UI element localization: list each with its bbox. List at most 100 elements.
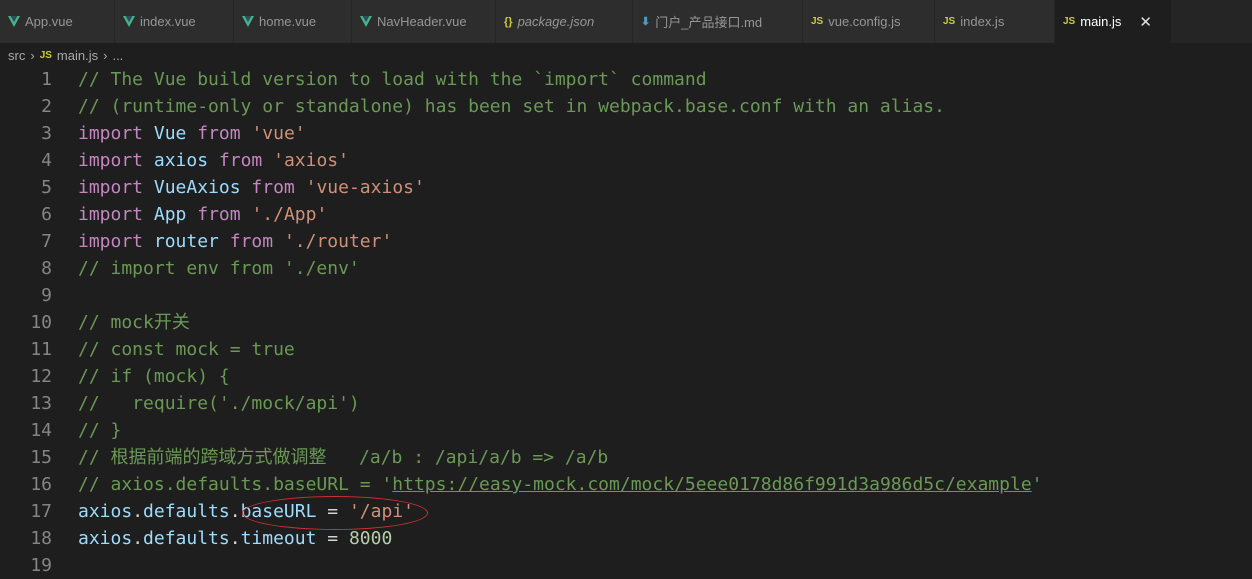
code-text: // (runtime-only or standalone) has been… [78,93,945,120]
code-token: // import env from './env' [78,258,360,279]
tab-main-js[interactable]: JS main.js ✕ [1055,0,1172,43]
tab-app-vue[interactable]: App.vue [0,0,115,43]
code-token: axios [153,150,209,171]
annotation-ellipse [242,496,428,530]
code-token: // require('./mock/api') [78,393,360,414]
tab-label: home.vue [259,14,317,29]
markdown-icon: ⬇ [641,16,651,28]
code-token: // const mock = true [78,339,295,360]
js-icon: JS [1063,16,1076,27]
chevron-right-icon: › [103,47,108,63]
tab-navheader-vue[interactable]: NavHeader.vue [352,0,496,43]
code-line: 11 // const mock = true [0,336,1252,363]
code-token: . [132,528,144,549]
tab-package-json[interactable]: {} package.json [496,0,633,43]
tab-label: index.vue [140,14,196,29]
tab-label: package.json [517,14,595,29]
code-editor[interactable]: 1 // The Vue build version to load with t… [0,66,1252,576]
breadcrumb: src › JS main.js › ... [0,43,1252,67]
code-token: defaults [143,501,230,522]
tab-门户-产品接口-md[interactable]: ⬇ 门户_产品接口.md [633,0,803,43]
code-token: 'axios' [273,150,349,171]
line-number: 8 [41,258,52,279]
code-token: . [229,501,241,522]
code-line: 7 import router from './router' [0,228,1252,255]
code-token: from [218,150,263,171]
code-token: import [78,177,144,198]
tab-index-vue[interactable]: index.vue [115,0,234,43]
line-number: 19 [30,555,52,576]
code-text: // 根据前端的跨域方式做调整 /a/b : /api/a/b => /a/b [78,444,608,471]
close-icon[interactable]: ✕ [1139,13,1152,31]
code-token: ' [1031,474,1043,495]
code-line: 9 [0,282,1252,309]
tab-label: 门户_产品接口.md [655,15,763,30]
tab-label: vue.config.js [828,14,901,29]
line-number: 16 [30,474,52,495]
tab-label: index.js [960,14,1005,29]
js-icon: JS [811,16,824,27]
line-number: 14 [30,420,52,441]
code-text: // } [78,417,121,444]
code-text: // import env from './env' [78,255,360,282]
code-token: . [132,501,144,522]
tab-vue-config-js[interactable]: JS vue.config.js [803,0,935,43]
breadcrumb-file[interactable]: main.js [57,48,98,63]
breadcrumb-folder[interactable]: src [8,48,25,63]
line-number: 4 [41,150,52,171]
line-number: 18 [30,528,52,549]
code-token: // The Vue build version to load with th… [78,69,707,90]
code-line: 15 // 根据前端的跨域方式做调整 /a/b : /api/a/b => /a/… [0,444,1252,471]
code-line: 3 import Vue from 'vue' [0,120,1252,147]
code-line: 12 // if (mock) { [0,363,1252,390]
code-token: import [78,231,144,252]
code-token: App [153,204,187,225]
line-number: 15 [30,447,52,468]
code-text: import Vue from 'vue' [78,120,306,147]
code-token: VueAxios [153,177,241,198]
code-line: 2 // (runtime-only or standalone) has bee… [0,93,1252,120]
json-icon: {} [504,15,513,28]
code-token: = [316,528,349,549]
code-line: 14 // } [0,417,1252,444]
tab-index-js[interactable]: JS index.js [935,0,1055,43]
code-token: from [251,177,295,198]
code-token: axios [78,528,133,549]
code-text: // const mock = true [78,336,295,363]
code-line: 17 axios.defaults.baseURL = '/api' [0,498,1252,525]
code-line: 5 import VueAxios from 'vue-axios' [0,174,1252,201]
breadcrumb-more[interactable]: ... [112,48,123,63]
code-token: // 根据前端的跨域方式做调整 /a/b : /api/a/b => /a/b [78,447,609,468]
code-token: import [78,204,144,225]
code-token: // (runtime-only or standalone) has been… [78,96,945,117]
line-number: 9 [41,285,52,306]
js-icon: JS [943,16,956,27]
line-number: 12 [30,366,52,387]
code-token: import [78,123,144,144]
code-text: import VueAxios from 'vue-axios' [78,174,425,201]
code-text: import App from './App' [78,201,327,228]
code-token: from [197,204,241,225]
line-number: 6 [41,204,52,225]
code-line: 1 // The Vue build version to load with t… [0,66,1252,93]
vue-icon [242,16,254,27]
code-token: Vue [153,123,187,144]
code-token: 'vue' [251,123,306,144]
js-file-icon: JS [39,49,52,61]
code-token: // } [78,420,122,441]
code-line: 13 // require('./mock/api') [0,390,1252,417]
tab-home-vue[interactable]: home.vue [234,0,352,43]
code-token: timeout [240,528,317,549]
code-token: // mock开关 [78,312,190,333]
tab-label: NavHeader.vue [377,14,467,29]
code-token: from [197,123,241,144]
